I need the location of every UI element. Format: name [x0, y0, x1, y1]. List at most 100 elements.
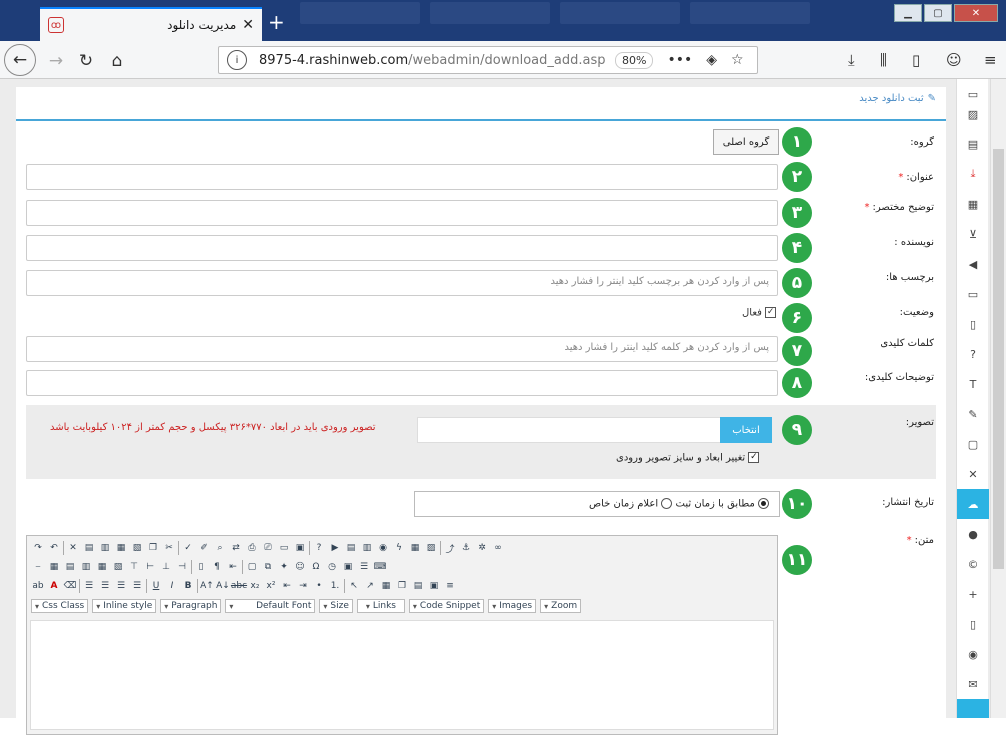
table-merge-icon[interactable]: ▧ [111, 560, 125, 574]
background-tab[interactable] [300, 2, 420, 24]
unlink-icon[interactable]: ∞ [491, 541, 505, 555]
table-col-icon[interactable]: ▥ [79, 560, 93, 574]
delete-col-icon[interactable]: ⊣ [175, 560, 189, 574]
images-dropdown[interactable]: Images [488, 599, 537, 613]
site-info-icon[interactable]: i [227, 50, 247, 70]
delete-icon[interactable]: ✕ [66, 541, 80, 555]
pointer-icon[interactable]: ↗ [363, 579, 377, 593]
form-icon[interactable]: ▦ [408, 541, 422, 555]
paragraph-mark-icon[interactable]: ¶ [210, 560, 224, 574]
menu-item-user-icon[interactable]: ● [957, 519, 989, 549]
new-tab-button[interactable]: + [268, 10, 285, 34]
pdf-icon[interactable]: ▥ [360, 541, 374, 555]
bullet-list-icon[interactable]: • [312, 579, 326, 593]
menu-item-comments-icon[interactable]: ◉ [957, 639, 989, 669]
links-dropdown[interactable]: Links [356, 599, 405, 613]
paste-word-icon[interactable]: ▥ [98, 541, 112, 555]
zoom-level[interactable]: 80% [615, 51, 654, 69]
page-scrollbar[interactable] [990, 79, 1006, 718]
omega-icon[interactable]: Ω [309, 560, 323, 574]
outdent-icon[interactable]: ⇤ [280, 579, 294, 593]
size-dropdown[interactable]: Size [319, 599, 353, 613]
page-actions-icon[interactable]: ••• [667, 52, 692, 68]
reload-button[interactable]: ↻ [72, 47, 100, 75]
keyword-desc-input[interactable] [26, 370, 778, 396]
library-icon[interactable]: ⫼ [880, 51, 887, 69]
div-icon[interactable]: ▯ [194, 560, 208, 574]
url-text[interactable]: 8975-4.rashinweb.com/webadmin/download_a… [259, 53, 609, 68]
indent-icon[interactable]: ⇥ [296, 579, 310, 593]
superscript-icon[interactable]: x² [264, 579, 278, 593]
font-size-down-icon[interactable]: A↓ [216, 579, 230, 593]
stamp-icon[interactable]: ✦ [277, 560, 291, 574]
date-icon[interactable]: ◷ [325, 560, 339, 574]
align-center-icon[interactable]: ☰ [114, 579, 128, 593]
code-snippet-dropdown[interactable]: Code Snippet [408, 599, 485, 613]
subscript-icon[interactable]: x₂ [248, 579, 262, 593]
find-icon[interactable]: ⌕ [213, 541, 227, 555]
copy-icon[interactable]: ❐ [146, 541, 160, 555]
horizontal-rule-icon[interactable]: ⎯ [31, 560, 45, 574]
group-select-button[interactable]: گروه اصلی [713, 129, 779, 155]
spell-check-icon[interactable]: ✓ [181, 541, 195, 555]
paste-html-icon[interactable]: ▧ [130, 541, 144, 555]
account-icon[interactable]: ☺ [946, 51, 962, 69]
pocket-icon[interactable]: ◈ [706, 52, 717, 68]
underline-button[interactable]: U [149, 579, 163, 593]
image-path-input[interactable] [417, 417, 721, 443]
template-icon[interactable]: ▤ [344, 541, 358, 555]
active-tab[interactable]: ✕ مدیریت دانلود ꝏ [40, 7, 262, 41]
copy-format-icon[interactable]: ❐ [395, 579, 409, 593]
address-bar[interactable]: i 8975-4.rashinweb.com/webadmin/download… [218, 46, 758, 74]
menu-item-video-icon[interactable]: ▦ [957, 189, 989, 219]
title-input[interactable] [26, 164, 778, 190]
font-dropdown[interactable]: Default Font [225, 599, 316, 613]
strikethrough-icon[interactable]: abc [231, 579, 247, 593]
keywords-input[interactable]: پس از وارد کردن هر کلمه کلید اینتر را فش… [26, 336, 778, 362]
editor-content-area[interactable] [30, 620, 774, 730]
tab-close-icon[interactable]: ✕ [242, 17, 254, 33]
select-icon[interactable]: ↖ [347, 579, 361, 593]
menu-item-extra-icon[interactable] [957, 699, 989, 718]
menu-item-faq-icon[interactable]: ? [957, 339, 989, 369]
insert-link-icon[interactable]: ⤴ [443, 541, 457, 555]
publish-custom-radio[interactable] [661, 498, 673, 509]
scrollbar-thumb[interactable] [993, 149, 1004, 569]
image-insert-icon[interactable]: ▨ [424, 541, 438, 555]
list-box-icon[interactable]: ☰ [357, 560, 371, 574]
menu-item-gallery-icon[interactable]: ▨ [957, 99, 989, 129]
menu-item-book-icon[interactable]: ▯ [957, 309, 989, 339]
home-icon[interactable]: ⌂ [103, 47, 131, 75]
inline-style-dropdown[interactable]: Inline style [92, 599, 157, 613]
delete-row-icon[interactable]: ⊥ [159, 560, 173, 574]
short-desc-input[interactable] [26, 200, 778, 226]
print-icon[interactable]: ⎚ [261, 541, 275, 555]
bold-button[interactable]: B [181, 579, 195, 593]
background-tab[interactable] [430, 2, 550, 24]
menu-item-add-user-icon[interactable]: + [957, 579, 989, 609]
back-button[interactable]: ← [4, 44, 36, 76]
css-class-dropdown[interactable]: Css Class [31, 599, 89, 613]
frame-icon[interactable]: ▢ [245, 560, 259, 574]
font-color-icon[interactable]: A [47, 579, 61, 593]
rtl-icon[interactable]: ⇤ [226, 560, 240, 574]
image-pick-button[interactable]: انتخاب [720, 417, 772, 443]
italic-button[interactable]: I [165, 579, 179, 593]
eraser-icon[interactable]: ⌫ [63, 579, 77, 593]
bookmark-star-icon[interactable]: ☆ [731, 52, 744, 68]
youtube-icon[interactable]: ▶ [328, 541, 342, 555]
layer-icon[interactable]: ⧉ [261, 560, 275, 574]
save-icon[interactable]: ▣ [293, 541, 307, 555]
paragraph-dropdown[interactable]: Paragraph [160, 599, 222, 613]
background-tab[interactable] [560, 2, 680, 24]
menu-icon[interactable]: ≡ [984, 51, 997, 69]
maximize-button[interactable]: ▢ [924, 4, 952, 22]
preview-icon[interactable]: ⎙ [245, 541, 259, 555]
menu-item-cart-icon[interactable]: ⊻ [957, 219, 989, 249]
keyboard-icon[interactable]: ⌨ [373, 560, 387, 574]
align-right-icon[interactable]: ☰ [98, 579, 112, 593]
media-icon[interactable]: ◉ [376, 541, 390, 555]
replace-icon[interactable]: ⇄ [229, 541, 243, 555]
line-icon[interactable]: ≡ [443, 579, 457, 593]
menu-item-file-icon[interactable]: ▢ [957, 429, 989, 459]
